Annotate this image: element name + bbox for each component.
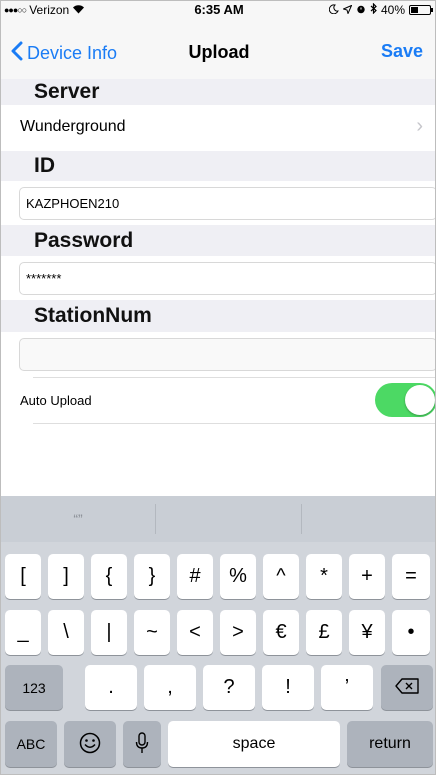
key-pound[interactable]: £ bbox=[306, 610, 342, 655]
key-backslash[interactable]: \ bbox=[48, 610, 84, 655]
auto-upload-label: Auto Upload bbox=[20, 393, 92, 408]
back-button-label: Device Info bbox=[27, 43, 118, 63]
key-abc[interactable]: ABC bbox=[5, 721, 57, 767]
predictive-bar: “” bbox=[1, 496, 435, 542]
phone-screen: ●●●○○ Verizon 6:35 AM 40% Device Info Up… bbox=[0, 0, 436, 775]
key-yen[interactable]: ¥ bbox=[349, 610, 385, 655]
backspace-key[interactable] bbox=[381, 665, 433, 710]
key-right-brace[interactable]: } bbox=[134, 554, 170, 599]
password-field[interactable]: ******* bbox=[19, 262, 435, 295]
return-key[interactable]: return bbox=[347, 721, 433, 767]
key-plus[interactable]: + bbox=[349, 554, 385, 599]
battery-percent: 40% bbox=[380, 3, 405, 17]
key-hash[interactable]: # bbox=[177, 554, 213, 599]
row-divider bbox=[33, 423, 435, 424]
emoji-key[interactable] bbox=[64, 721, 116, 767]
auto-upload-toggle[interactable] bbox=[375, 383, 435, 417]
key-percent[interactable]: % bbox=[220, 554, 256, 599]
stationnum-section-header: StationNum bbox=[1, 300, 435, 332]
key-equals[interactable]: = bbox=[392, 554, 430, 599]
key-asterisk[interactable]: * bbox=[306, 554, 342, 599]
status-bar: ●●●○○ Verizon 6:35 AM 40% bbox=[1, 1, 435, 19]
prediction-1[interactable]: “” bbox=[1, 496, 155, 542]
save-button[interactable]: Save bbox=[381, 41, 423, 62]
key-comma[interactable]: , bbox=[144, 665, 196, 710]
key-greater-than[interactable]: > bbox=[220, 610, 256, 655]
server-row[interactable]: Wunderground › bbox=[1, 105, 435, 151]
moon-icon bbox=[328, 3, 339, 17]
bluetooth-icon bbox=[370, 2, 377, 17]
key-less-than[interactable]: < bbox=[177, 610, 213, 655]
key-exclamation[interactable]: ! bbox=[262, 665, 314, 710]
server-section-header: Server bbox=[1, 79, 435, 105]
alarm-icon bbox=[356, 3, 366, 17]
stationnum-row bbox=[1, 332, 435, 377]
key-euro[interactable]: € bbox=[263, 610, 299, 655]
battery-level bbox=[411, 7, 418, 13]
key-123[interactable]: 123 bbox=[5, 665, 63, 710]
dictation-key[interactable] bbox=[123, 721, 161, 767]
key-apostrophe[interactable]: ’ bbox=[321, 665, 373, 710]
location-icon bbox=[341, 3, 353, 17]
key-pipe[interactable]: | bbox=[91, 610, 127, 655]
key-tilde[interactable]: ~ bbox=[134, 610, 170, 655]
key-underscore[interactable]: _ bbox=[5, 610, 41, 655]
key-caret[interactable]: ^ bbox=[263, 554, 299, 599]
microphone-icon bbox=[135, 731, 149, 757]
key-left-bracket[interactable]: [ bbox=[5, 554, 41, 599]
prediction-3[interactable] bbox=[302, 496, 435, 542]
keyboard: “” [ ] { } # % ^ * + = _ \ | ~ < > € £ ¥… bbox=[1, 496, 435, 774]
back-button[interactable]: Device Info bbox=[11, 41, 117, 66]
toggle-knob bbox=[405, 385, 435, 415]
key-right-bracket[interactable]: ] bbox=[48, 554, 84, 599]
key-question[interactable]: ? bbox=[203, 665, 255, 710]
password-row: ******* bbox=[1, 256, 435, 302]
battery-icon bbox=[409, 5, 433, 15]
stationnum-field[interactable] bbox=[19, 338, 435, 371]
emoji-icon bbox=[79, 732, 101, 757]
status-right: 40% bbox=[328, 2, 433, 17]
navigation-bar: Device Info Upload Save bbox=[1, 19, 435, 79]
key-left-brace[interactable]: { bbox=[91, 554, 127, 599]
id-field[interactable]: KAZPHOEN210 bbox=[19, 187, 435, 220]
key-bullet[interactable]: • bbox=[392, 610, 430, 655]
key-period[interactable]: . bbox=[85, 665, 137, 710]
chevron-right-icon: › bbox=[416, 115, 423, 137]
id-row: KAZPHOEN210 bbox=[1, 181, 435, 225]
backspace-icon bbox=[395, 678, 419, 697]
server-value: Wunderground bbox=[20, 118, 126, 135]
space-key[interactable]: space bbox=[168, 721, 340, 767]
auto-upload-row: Auto Upload bbox=[1, 378, 435, 422]
id-section-header: ID bbox=[1, 151, 435, 181]
upload-form: Server Wunderground › ID KAZPHOEN210 Pas… bbox=[1, 79, 435, 496]
chevron-left-icon bbox=[11, 41, 23, 66]
prediction-2[interactable] bbox=[156, 496, 301, 542]
password-section-header: Password bbox=[1, 225, 435, 256]
